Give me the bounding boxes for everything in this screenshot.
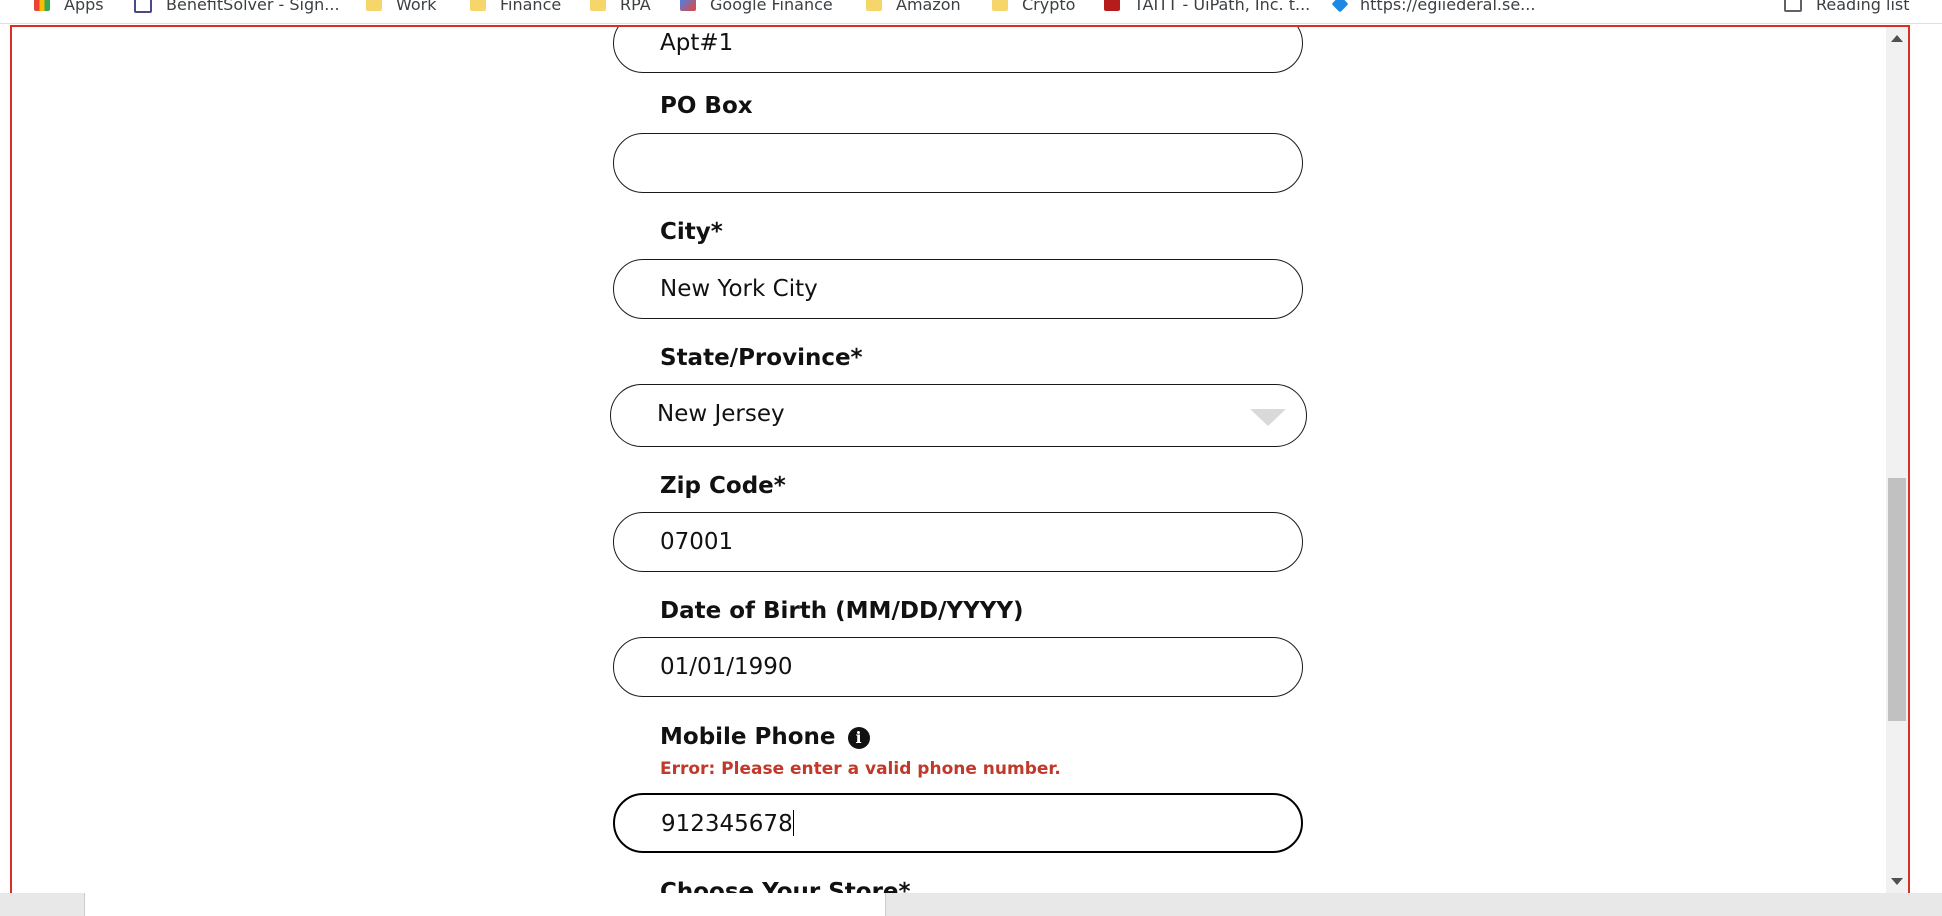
- bookmark-benefitsolver[interactable]: BenefitSolver - Sign...: [134, 0, 340, 14]
- zip-label: Zip Code*: [660, 473, 786, 499]
- state-select[interactable]: New Jersey: [610, 384, 1307, 447]
- scroll-up-icon[interactable]: [1891, 35, 1903, 42]
- po-box-label: PO Box: [660, 93, 753, 119]
- city-value: New York City: [660, 276, 818, 302]
- google-finance-icon: [680, 0, 696, 11]
- bookmark-google-finance[interactable]: Google Finance: [680, 0, 833, 14]
- benefitsolver-icon: [134, 0, 152, 13]
- bookmark-taitt[interactable]: TAITT - UiPath, Inc. t...: [1104, 0, 1310, 14]
- federal-site-icon: [1331, 0, 1349, 13]
- page-viewport: Apt#1 PO Box City* New York City State/P…: [10, 25, 1910, 895]
- bookmark-label: Work: [396, 0, 437, 14]
- scroll-down-icon[interactable]: [1891, 878, 1903, 885]
- bottom-strip: [0, 893, 1942, 916]
- bookmark-label: https://egiiederal.se...: [1360, 0, 1536, 14]
- state-label: State/Province*: [660, 345, 863, 371]
- apps-grid-icon: [34, 0, 50, 11]
- phone-error-message: Error: Please enter a valid phone number…: [660, 759, 1061, 779]
- dob-value: 01/01/1990: [660, 654, 793, 680]
- bookmark-apps[interactable]: Apps: [34, 0, 104, 14]
- dob-label: Date of Birth (MM/DD/YYYY): [660, 598, 1024, 624]
- bookmark-crypto[interactable]: Crypto: [992, 0, 1075, 14]
- bookmark-work[interactable]: Work: [366, 0, 437, 14]
- po-box-input[interactable]: [613, 133, 1303, 193]
- reading-list-icon: [1784, 0, 1802, 12]
- city-label: City*: [660, 219, 723, 245]
- bookmark-label: Google Finance: [710, 0, 833, 14]
- bookmark-label: Apps: [64, 0, 104, 14]
- zip-value: 07001: [660, 529, 734, 555]
- bookmark-rpa[interactable]: RPA: [590, 0, 651, 14]
- info-icon[interactable]: i: [847, 727, 870, 749]
- text-cursor: [792, 810, 794, 836]
- apt-input[interactable]: Apt#1: [613, 27, 1303, 73]
- bookmark-label: Crypto: [1022, 0, 1076, 14]
- dob-input[interactable]: 01/01/1990: [613, 637, 1303, 697]
- dropdown-caret-icon: [1250, 409, 1286, 426]
- mobile-phone-value: 912345678: [661, 811, 793, 837]
- tax-site-icon: [1104, 0, 1120, 11]
- folder-icon: [590, 0, 606, 11]
- apt-value: Apt#1: [660, 30, 734, 56]
- bookmark-label: RPA: [620, 0, 651, 14]
- folder-icon: [470, 0, 486, 11]
- reading-list-button[interactable]: Reading list: [1784, 0, 1910, 14]
- bookmark-amazon[interactable]: Amazon: [866, 0, 961, 14]
- bookmarks-bar: Apps BenefitSolver - Sign... Work Financ…: [0, 0, 1942, 24]
- city-input[interactable]: New York City: [613, 259, 1303, 319]
- state-value: New Jersey: [657, 401, 785, 427]
- bookmark-label: Amazon: [896, 0, 961, 14]
- mobile-phone-label: Mobile Phone i: [660, 724, 870, 750]
- bookmark-label: Finance: [500, 0, 562, 14]
- bookmark-label: BenefitSolver - Sign...: [166, 0, 340, 14]
- bottom-panel: [84, 893, 886, 916]
- bookmark-label: TAITT - UiPath, Inc. t...: [1134, 0, 1311, 14]
- scrollbar-thumb[interactable]: [1888, 478, 1906, 721]
- zip-input[interactable]: 07001: [613, 512, 1303, 572]
- folder-icon: [366, 0, 382, 11]
- folder-icon: [992, 0, 1008, 11]
- bookmark-label: Reading list: [1816, 0, 1910, 14]
- vertical-scrollbar[interactable]: [1886, 27, 1908, 893]
- folder-icon: [866, 0, 882, 11]
- mobile-phone-label-text: Mobile Phone: [660, 724, 836, 750]
- mobile-phone-input[interactable]: 912345678: [613, 793, 1303, 853]
- bookmark-federal[interactable]: https://egiiederal.se...: [1331, 0, 1536, 14]
- bookmark-finance[interactable]: Finance: [470, 0, 561, 14]
